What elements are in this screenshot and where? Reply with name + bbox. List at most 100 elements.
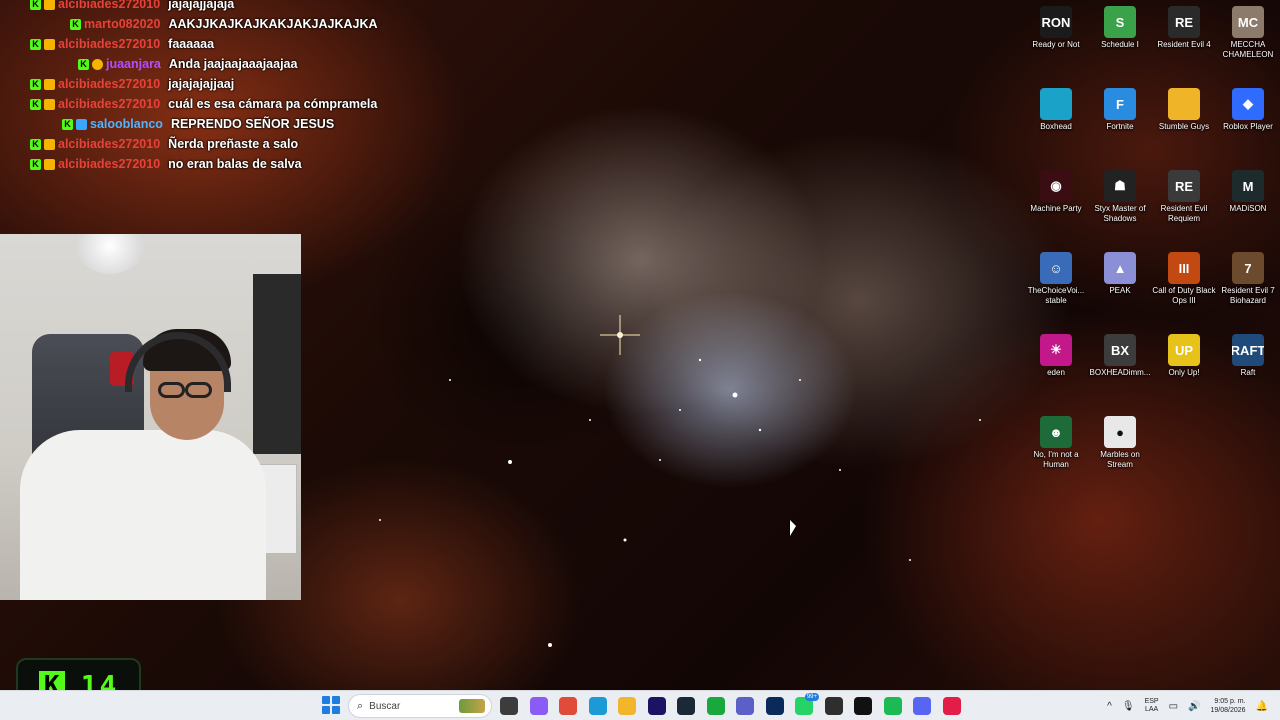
desktop-shortcut[interactable]: F Fortnite (1088, 84, 1152, 132)
copilot-icon[interactable] (529, 697, 548, 715)
premiere-pro-icon[interactable] (647, 697, 666, 715)
chat-text: jajajajajjaaj (168, 77, 235, 91)
desktop-shortcut-label: Marbles on Stream (1100, 450, 1140, 469)
desktop-shortcut[interactable]: ● Marbles on Stream (1088, 412, 1152, 470)
desktop-shortcut[interactable]: ◆ Roblox Player (1216, 84, 1280, 132)
language-indicator[interactable]: ESP LAA (1145, 698, 1159, 714)
kick-badge-icon: K (30, 138, 41, 150)
steam-icon[interactable] (677, 697, 695, 715)
chat-message: Kalcibiades272010 Ñerda preñaste a salo (30, 134, 450, 154)
desktop-shortcut-label: Resident Evil 4 (1157, 40, 1211, 49)
kick-badge-icon: K (30, 78, 41, 90)
desktop-shortcut-label: TheChoiceVoi... stable (1027, 286, 1085, 305)
tray-overflow-chevron-icon[interactable]: ^ (1107, 701, 1112, 712)
taskbar-search-box[interactable]: ⌕ Buscar (348, 694, 492, 718)
app-icon (1168, 88, 1200, 120)
desktop-shortcut[interactable]: 7 Resident Evil 7 Biohazard (1216, 248, 1280, 306)
volume-icon[interactable]: 🔊 (1188, 701, 1200, 712)
desktop-shortcut-label: eden (1047, 368, 1065, 377)
windows-start-icon[interactable] (322, 696, 340, 714)
desktop-shortcut-label: Resident Evil 7 Biohazard (1221, 286, 1275, 305)
coin-badge-icon (92, 58, 103, 70)
obs-icon[interactable] (824, 697, 843, 715)
whatsapp-icon[interactable]: 99+ (795, 693, 819, 715)
tiktok-icon[interactable] (942, 697, 961, 715)
desktop-shortcut[interactable]: ▲ PEAK (1088, 248, 1152, 296)
desktop-shortcut[interactable]: ☗ Styx Master of Shadows (1088, 166, 1152, 224)
desktop-shortcut-label: Roblox Player (1223, 122, 1273, 131)
teams-icon[interactable] (736, 697, 754, 715)
app-icon: ◆ (1232, 88, 1264, 120)
desktop-shortcut-label: Stumble Guys (1158, 122, 1210, 131)
keyboard-layout: LAA (1144, 706, 1159, 713)
desktop-shortcut[interactable]: RON Ready or Not (1024, 2, 1088, 50)
task-view-icon[interactable] (500, 697, 518, 715)
kick-badge-icon: K (30, 38, 41, 50)
gamepass-icon[interactable] (706, 697, 725, 715)
network-icon[interactable]: ▭ (1169, 701, 1178, 712)
desktop-shortcut[interactable]: S Schedule I (1088, 2, 1152, 50)
desktop-shortcut[interactable]: Stumble Guys (1152, 84, 1216, 132)
desktop-shortcut-label: Resident Evil Requiem (1160, 204, 1208, 223)
taskbar-clock[interactable]: 9:05 p. m. 19/08/2026 (1211, 697, 1246, 715)
subscriber-badge-icon (76, 118, 87, 130)
edge-icon[interactable] (588, 697, 607, 715)
notification-count-badge: 99+ (804, 693, 819, 701)
chat-text: AAKJJKAJKAJKAKJAKJAJKAJKA (168, 17, 378, 31)
chat-username[interactable]: alcibiades272010 (58, 157, 160, 171)
app-icon: ◉ (1040, 170, 1072, 202)
desktop-shortcut[interactable]: MC MECCHA CHAMELEON (1216, 2, 1280, 60)
microphone-icon[interactable]: 🎙 (1122, 701, 1135, 712)
notification-bell-icon[interactable]: 🔔 (1256, 701, 1268, 712)
roblox-app-icon[interactable] (854, 697, 872, 715)
chat-username[interactable]: salooblanco (90, 117, 163, 131)
chat-username[interactable]: alcibiades272010 (58, 77, 160, 91)
chat-username[interactable]: marto082020 (84, 17, 160, 31)
desktop-shortcut[interactable]: ◉ Machine Party (1024, 166, 1088, 214)
desktop-shortcut[interactable]: Boxhead (1024, 84, 1088, 132)
system-tray: ^ 🎙 ESP LAA ▭ 🔊 9:05 p. m. 19/08/2026 🔔 (1107, 691, 1280, 720)
desktop-shortcut-label: Schedule I (1101, 40, 1139, 49)
spotify-icon[interactable] (883, 697, 902, 715)
desktop-shortcut-label: Boxhead (1040, 122, 1072, 131)
search-placeholder: Buscar (369, 700, 401, 712)
chrome-icon[interactable] (559, 697, 577, 715)
desktop-shortcut-label: Styx Master of Shadows (1094, 204, 1146, 223)
chat-text: no eran balas de salva (168, 157, 302, 171)
desktop-shortcut[interactable]: III Call of Duty Black Ops III (1152, 248, 1216, 306)
app-icon: UP (1168, 334, 1200, 366)
desktop-shortcut[interactable]: RE Resident Evil Requiem (1152, 166, 1216, 224)
desktop-shortcut-label: Only Up! (1168, 368, 1200, 377)
desktop-shortcut[interactable]: ☺ TheChoiceVoi... stable (1024, 248, 1088, 306)
desktop-shortcut-label: MECCHA CHAMELEON (1222, 40, 1274, 59)
audition-icon[interactable] (765, 697, 784, 715)
desktop-shortcut[interactable]: M MADiSON (1216, 166, 1280, 214)
chat-username[interactable]: juaanjara (106, 57, 161, 71)
crown-badge-icon (44, 98, 55, 110)
discord-icon[interactable] (913, 697, 931, 715)
chat-text: jajajajjajaja (168, 0, 235, 11)
chat-username[interactable]: alcibiades272010 (58, 137, 160, 151)
chat-username[interactable]: alcibiades272010 (58, 0, 160, 11)
chat-text: Anda jaajaajaaajaajaa (168, 57, 298, 71)
desktop-shortcut[interactable]: RE Resident Evil 4 (1152, 2, 1216, 50)
chat-message: Kalcibiades272010 jajajajjajaja (30, 0, 450, 14)
desktop-shortcut[interactable]: RAFT Raft (1216, 330, 1280, 378)
desktop-shortcut[interactable]: UP Only Up! (1152, 330, 1216, 378)
app-icon: ☻ (1040, 416, 1072, 448)
chat-username[interactable]: alcibiades272010 (58, 37, 160, 51)
webcam-feed (0, 234, 301, 600)
chat-username[interactable]: alcibiades272010 (58, 97, 160, 111)
chat-message: Kjuaanjara Anda jaajaajaaajaajaa (78, 54, 450, 74)
crown-badge-icon (44, 38, 55, 50)
kick-badge-icon: K (30, 158, 41, 170)
app-icon: S (1104, 6, 1136, 38)
desktop-shortcut[interactable]: BX BOXHEADimm... (1088, 330, 1152, 378)
windows-taskbar: ⌕ Buscar 99+ ^ 🎙 ESP LAA ▭ 🔊 9:05 p. m. … (0, 690, 1280, 720)
file-explorer-icon[interactable] (618, 697, 636, 715)
desktop-shortcut-label: MADiSON (1229, 204, 1267, 213)
desktop-shortcut[interactable]: ☀ eden (1024, 330, 1088, 378)
app-icon: MC (1232, 6, 1264, 38)
desktop-shortcut[interactable]: ☻ No, I'm not a Human (1024, 412, 1088, 470)
crown-badge-icon (44, 78, 55, 90)
